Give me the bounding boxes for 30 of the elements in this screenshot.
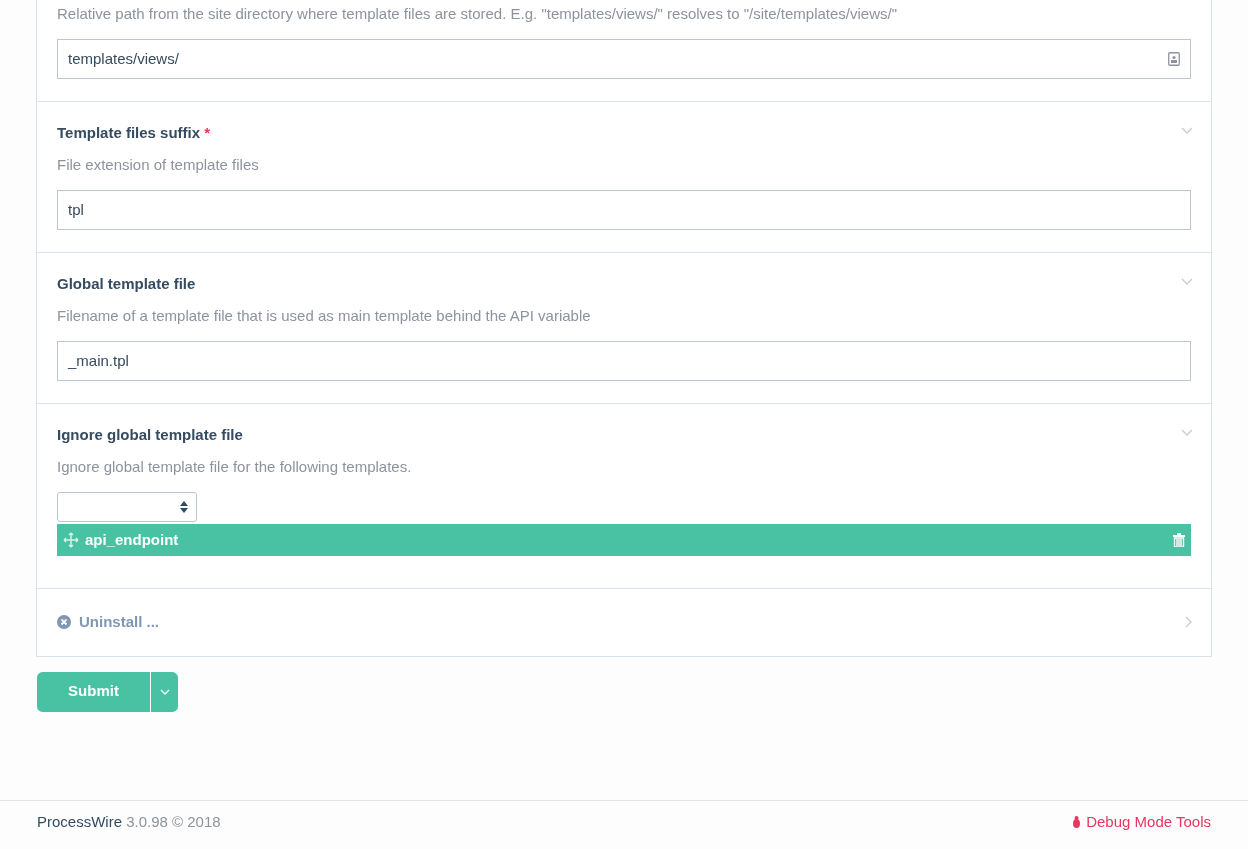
sort-arrows-icon <box>180 501 188 513</box>
version-text: 3.0.98 © 2018 <box>126 812 221 830</box>
field-label: Template files suffix <box>57 124 201 141</box>
text-field[interactable]: tpl <box>57 190 1191 230</box>
brand-name: ProcessWire <box>37 812 122 830</box>
chevron-down-icon[interactable] <box>1181 429 1193 437</box>
field-label: Global template file <box>57 275 196 292</box>
field-description: Relative path from the site directory where template files are stored. E.g. "templates/views/" resolves to "/site/templates/views/" <box>57 4 898 24</box>
section-label[interactable]: Uninstall ... <box>79 611 159 634</box>
move-arrows-icon[interactable] <box>63 532 79 548</box>
text-field[interactable]: templates/views/ <box>57 39 1191 79</box>
field-description: Ignore global template file for the following templates. <box>57 457 413 477</box>
caret-icon <box>159 688 170 695</box>
bug-icon <box>1071 815 1083 828</box>
close-circle-icon[interactable] <box>57 615 71 630</box>
submit-button[interactable]: Submit <box>37 671 150 712</box>
field-label: Ignore global template file <box>57 426 243 443</box>
required-marker: * <box>204 124 211 141</box>
text-field[interactable]: _main.tpl <box>57 341 1191 381</box>
field-description: File extension of template files <box>57 155 260 175</box>
dropdown-button[interactable] <box>151 671 178 712</box>
chevron-down-icon[interactable] <box>1181 127 1193 135</box>
chevron-right-icon[interactable] <box>1185 616 1193 628</box>
debug-tools-link[interactable]: Debug Mode Tools <box>1071 810 1211 833</box>
selected-item-row[interactable]: api_endpoint <box>57 524 1191 556</box>
trash-icon[interactable] <box>1173 533 1185 547</box>
contact-card-icon <box>1168 52 1180 66</box>
field-description: Filename of a template file that is used as main template behind the API variable <box>57 306 592 326</box>
chevron-down-icon[interactable] <box>1181 278 1193 286</box>
select-field[interactable] <box>57 492 197 522</box>
